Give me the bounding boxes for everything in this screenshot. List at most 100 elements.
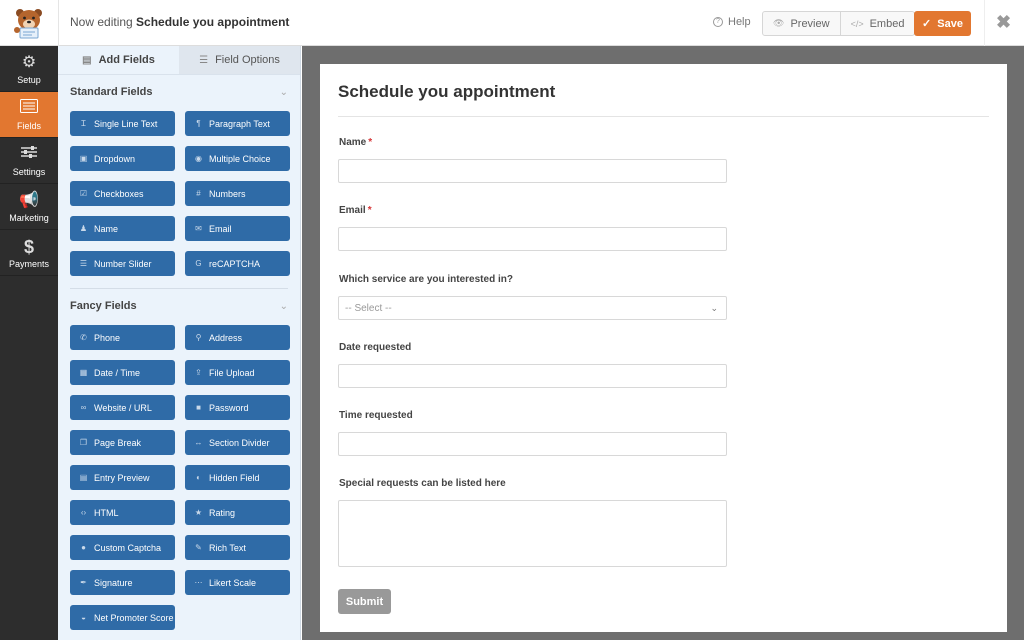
field-label-name[interactable]: Name *	[339, 137, 372, 148]
sidebar-item-fields[interactable]: Fields	[0, 92, 58, 138]
field-button-html[interactable]: ‹› HTML	[70, 500, 175, 525]
field-button-recaptcha[interactable]: GreCAPTCHA	[185, 251, 290, 276]
fancy-fields-header[interactable]: Fancy Fields ⌄	[58, 291, 300, 321]
help-link[interactable]: ? Help	[713, 16, 751, 28]
field-label-time[interactable]: Time requested	[339, 410, 413, 421]
lock-icon: ■	[196, 403, 201, 412]
service-select[interactable]: -- Select -- ⌄	[338, 296, 727, 320]
field-button-signature[interactable]: ✒ Signature	[70, 570, 175, 595]
section-title: Fancy Fields	[70, 300, 137, 312]
sidebar-item-marketing[interactable]: 📢 Marketing	[0, 184, 58, 230]
field-button-phone[interactable]: ✆ Phone	[70, 325, 175, 350]
field-button-date-time[interactable]: ▦ Date / Time	[70, 360, 175, 385]
field-button-label: Numbers	[209, 188, 246, 199]
field-button-label: Multiple Choice	[209, 153, 271, 164]
embed-button[interactable]: </> Embed	[839, 12, 915, 35]
calendar-icon: ▦	[79, 368, 88, 377]
label-text: Name	[339, 137, 367, 148]
field-button-address[interactable]: ⚲ Address	[185, 325, 290, 350]
email-input[interactable]	[338, 227, 727, 251]
checkbox-icon: ☑	[79, 189, 88, 198]
tab-field-options[interactable]: ☰ Field Options	[179, 46, 300, 74]
sliders-icon: ☰	[199, 54, 209, 66]
field-button-page-break[interactable]: ❐ Page Break	[70, 430, 175, 455]
field-button-label: Signature	[94, 577, 133, 588]
form-name: Schedule you appointment	[136, 15, 290, 29]
field-button-label: Email	[209, 223, 232, 234]
dollar-icon: $	[23, 236, 34, 257]
sidebar-item-settings[interactable]: Settings	[0, 138, 58, 184]
field-button-net-promoter-score[interactable]: ◒ Net Promoter Score	[70, 605, 175, 630]
divider	[70, 288, 288, 289]
text-cursor-icon: Ɪ	[81, 119, 86, 128]
chevron-down-icon: ⌄	[710, 302, 718, 313]
standard-fields-header[interactable]: Standard Fields ⌄	[58, 77, 300, 107]
field-button-label: Section Divider	[209, 437, 270, 448]
field-button-label: Single Line Text	[94, 118, 158, 129]
panel-tabs: ▤ Add Fields ☰ Field Options	[58, 46, 300, 75]
field-button-label: reCAPTCHA	[209, 258, 261, 269]
field-button-paragraph-text[interactable]: ¶ Paragraph Text	[185, 111, 290, 136]
checkmark-icon: ✓	[922, 18, 932, 30]
field-label-date[interactable]: Date requested	[339, 342, 411, 353]
field-button-hidden-field[interactable]: ◐ Hidden Field	[185, 465, 290, 490]
sidebar-item-setup[interactable]: ⚙ Setup	[0, 46, 58, 92]
field-button-custom-captcha[interactable]: ● Custom Captcha	[70, 535, 175, 560]
link-icon: ∞	[80, 403, 87, 412]
field-button-dropdown[interactable]: ▣ Dropdown	[70, 146, 175, 171]
divider	[984, 0, 985, 46]
field-button-likert-scale[interactable]: ⋯ Likert Scale	[185, 570, 290, 595]
field-button-file-upload[interactable]: ⇪ File Upload	[185, 360, 290, 385]
paragraph-icon: ¶	[196, 119, 201, 128]
pen-icon: ✒	[80, 578, 87, 587]
sidebar-item-label: Payments	[8, 258, 50, 269]
field-button-website-url[interactable]: ∞ Website / URL	[70, 395, 175, 420]
name-input[interactable]	[338, 159, 727, 183]
close-icon[interactable]: ✖	[996, 12, 1011, 33]
date-input[interactable]	[338, 364, 727, 388]
fancy-fields-grid: ✆ Phone ⚲ Address ▦ Date / Time ⇪ File Upload ∞ W…	[58, 321, 300, 640]
special-requests-textarea[interactable]	[338, 500, 727, 567]
field-button-label: Date / Time	[94, 367, 141, 378]
section-title: Standard Fields	[70, 86, 153, 98]
phone-icon: ✆	[80, 333, 87, 342]
divider	[58, 0, 59, 46]
time-input[interactable]	[338, 432, 727, 456]
copy-icon: ❐	[79, 438, 88, 447]
field-button-label: Checkboxes	[94, 188, 144, 199]
field-label-service[interactable]: Which service are you interested in?	[339, 274, 513, 285]
gauge-icon: ◒	[81, 613, 86, 622]
field-button-rich-text[interactable]: ✎ Rich Text	[185, 535, 290, 560]
field-button-numbers[interactable]: # Numbers	[185, 181, 290, 206]
field-button-rating[interactable]: ★ Rating	[185, 500, 290, 525]
field-button-password[interactable]: ■ Password	[185, 395, 290, 420]
field-button-email[interactable]: ✉ Email	[185, 216, 290, 241]
form-preview: Schedule you appointment Name * Email * Wh…	[320, 64, 1007, 632]
submit-button[interactable]: Submit	[338, 589, 391, 614]
field-button-label: Entry Preview	[94, 472, 150, 483]
save-label: Save	[937, 17, 963, 30]
sidebar-item-label: Settings	[12, 166, 46, 177]
divider-icon: ↔	[194, 438, 203, 447]
builder-sidebar: ⚙ Setup Fields Settings 📢 Marketing $ Pa…	[0, 46, 58, 640]
field-button-single-line-text[interactable]: Ɪ Single Line Text	[70, 111, 175, 136]
field-button-label: Rating	[209, 507, 236, 518]
field-label-special-requests[interactable]: Special requests can be listed here	[339, 478, 506, 489]
field-button-name[interactable]: ♟ Name	[70, 216, 175, 241]
field-button-entry-preview[interactable]: ▤ Entry Preview	[70, 465, 175, 490]
divider	[338, 116, 989, 117]
code-icon: ‹›	[80, 508, 87, 517]
field-label-email[interactable]: Email *	[339, 205, 372, 216]
google-icon: G	[195, 259, 202, 268]
field-button-number-slider[interactable]: ☰ Number Slider	[70, 251, 175, 276]
sidebar-item-payments[interactable]: $ Payments	[0, 230, 58, 276]
field-button-section-divider[interactable]: ↔ Section Divider	[185, 430, 290, 455]
tab-add-fields[interactable]: ▤ Add Fields	[58, 46, 179, 74]
label-text: Special requests can be listed here	[339, 478, 506, 489]
save-button[interactable]: ✓ Save	[914, 11, 971, 36]
megaphone-icon: 📢	[19, 191, 39, 209]
preview-button[interactable]: 👁 Preview	[763, 12, 840, 35]
select-value: -- Select --	[345, 302, 392, 314]
field-button-multiple-choice[interactable]: ◉ Multiple Choice	[185, 146, 290, 171]
field-button-checkboxes[interactable]: ☑ Checkboxes	[70, 181, 175, 206]
